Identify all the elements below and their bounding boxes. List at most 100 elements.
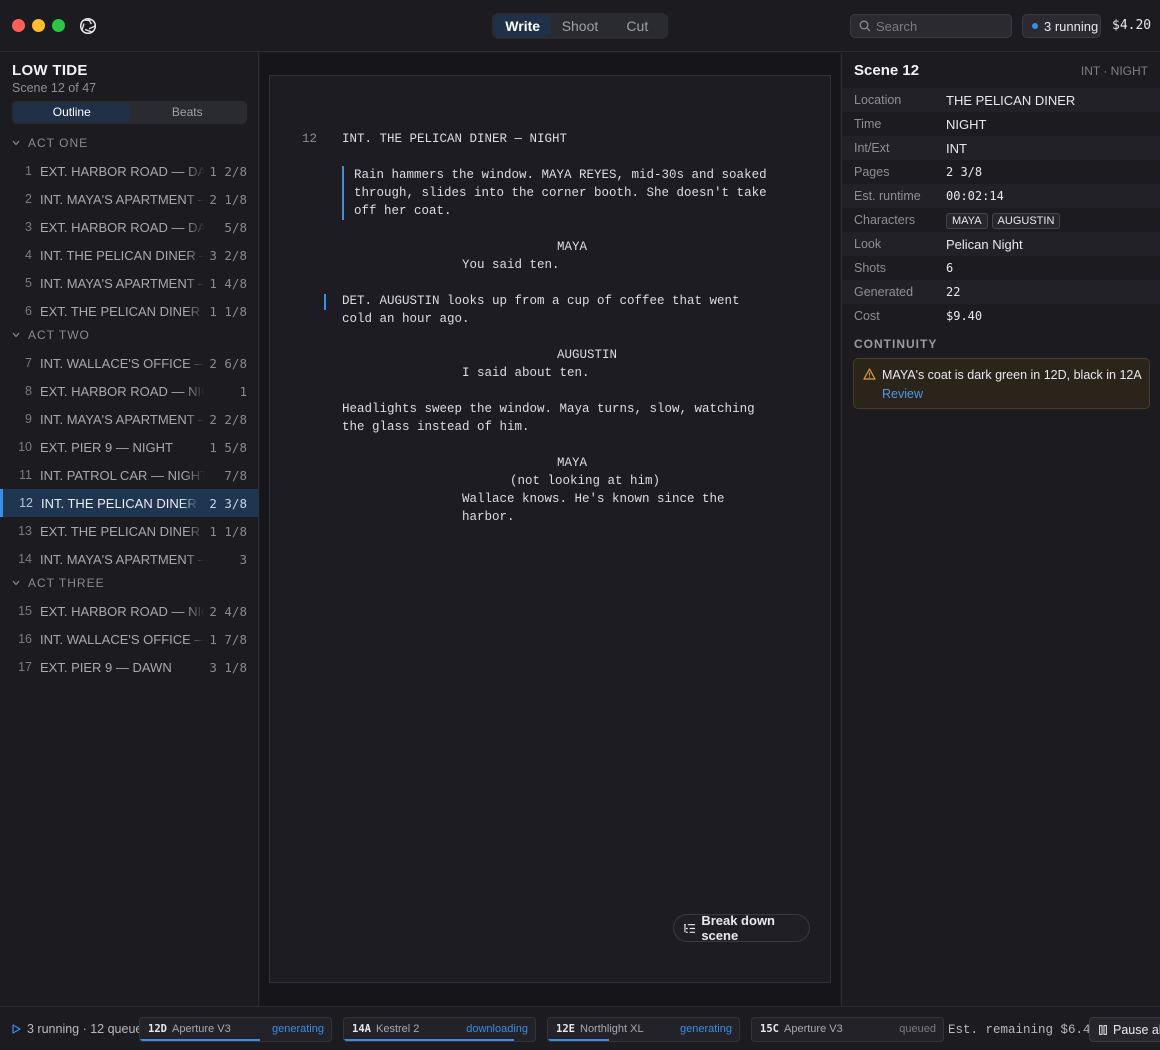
character-cue: MAYA	[557, 456, 588, 470]
action-line: Headlights sweep the window. Maya turns,…	[342, 402, 755, 416]
zoom-window-button[interactable]	[52, 19, 65, 32]
act-label: ACT ONE	[28, 136, 89, 150]
break-down-scene-button[interactable]: Break down scene	[673, 913, 810, 943]
job-model: Aperture V3	[784, 1023, 843, 1035]
continuity-heading: CONTINUITY	[854, 337, 938, 351]
scene-item[interactable]: 17 EXT. PIER 9 — DAWN 3 1/8	[0, 653, 259, 681]
scene-name: INT. THE PELICAN DINER — DAY	[40, 247, 205, 263]
scene-name: EXT. HARBOR ROAD — DAWN	[40, 163, 205, 179]
property-row: Cost $9.40	[842, 304, 1160, 328]
scene-item[interactable]: 16 INT. WALLACE'S OFFICE — NIGHT1 7/8	[0, 625, 259, 653]
scene-pages: 3 2/8	[209, 247, 247, 263]
scene-item[interactable]: 11 INT. PATROL CAR — NIGHT 7/8	[0, 461, 259, 489]
tab-beats[interactable]: Beats	[130, 103, 246, 122]
property-value[interactable]: 6	[946, 261, 953, 275]
action-line: the glass instead of him.	[342, 420, 530, 434]
property-value[interactable]: THE PELICAN DINER	[946, 93, 1075, 108]
property-value[interactable]: 22	[946, 285, 960, 299]
scene-item[interactable]: 1 EXT. HARBOR ROAD — DAWN1 2/8	[0, 157, 259, 185]
close-window-button[interactable]	[12, 19, 25, 32]
act-header[interactable]: ACT THREE	[12, 576, 105, 590]
scene-item[interactable]: 7 INT. WALLACE'S OFFICE — DAY2 6/8	[0, 349, 259, 377]
mode-write-tab[interactable]: Write	[494, 15, 552, 37]
pause-all-button[interactable]: Pause all	[1089, 1017, 1160, 1042]
search-input[interactable]: Search	[850, 14, 1012, 38]
action-line: off her coat.	[354, 204, 452, 218]
render-job[interactable]: 15C Aperture V3 queued	[751, 1017, 944, 1042]
job-status: downloading	[466, 1023, 528, 1035]
property-value[interactable]: $9.40	[946, 309, 982, 323]
scene-pages: 7/8	[224, 467, 247, 483]
character-chip[interactable]: AUGUSTIN	[991, 212, 1061, 229]
property-row: Time NIGHT	[842, 112, 1160, 136]
scene-item[interactable]: 3 EXT. HARBOR ROAD — DAY 5/8	[0, 213, 259, 241]
property-value[interactable]: 2 3/8	[946, 165, 982, 179]
property-key: Shots	[854, 261, 886, 275]
job-progress-bar	[344, 1039, 514, 1041]
property-value[interactable]: 00:02:14	[946, 189, 1004, 203]
scene-pages: 3 1/8	[209, 659, 247, 675]
scene-name: EXT. THE PELICAN DINER — NIGHT	[40, 303, 205, 319]
search-icon	[859, 20, 871, 32]
scene-pages: 1 5/8	[209, 439, 247, 455]
mode-cut-tab[interactable]: Cut	[609, 15, 666, 37]
scene-name: INT. MAYA'S APARTMENT — NIGHT	[40, 551, 205, 567]
render-job[interactable]: 14A Kestrel 2 downloading	[343, 1017, 536, 1042]
property-row: Look Pelican Night	[842, 232, 1160, 256]
scene-item[interactable]: 5 INT. MAYA'S APARTMENT — NIGHT1 4/8	[0, 269, 259, 297]
script-page[interactable]: 12 INT. THE PELICAN DINER — NIGHT Rain h…	[269, 75, 831, 983]
scene-item[interactable]: 13 EXT. THE PELICAN DINER — NIGHT1 1/8	[0, 517, 259, 545]
job-model: Aperture V3	[172, 1023, 231, 1035]
scene-name: INT. MAYA'S APARTMENT — NIGHT	[40, 411, 205, 427]
scene-item-active[interactable]: 12 INT. THE PELICAN DINER — NIGHT 2 3/8	[0, 489, 259, 517]
render-queue-bar: 3 running · 12 queued 12D Aperture V3 gene…	[0, 1006, 1160, 1050]
scene-name: EXT. PIER 9 — NIGHT	[40, 439, 173, 455]
title-bar: Write Shoot Cut Search 3 running $4.20	[0, 0, 1160, 52]
running-jobs-button[interactable]: 3 running	[1022, 14, 1101, 38]
scene-item[interactable]: 9 INT. MAYA'S APARTMENT — NIGHT2 2/8	[0, 405, 259, 433]
job-id: 12D	[148, 1023, 167, 1035]
scene-item[interactable]: 6 EXT. THE PELICAN DINER — NIGHT1 1/8	[0, 297, 259, 325]
act-header[interactable]: ACT ONE	[12, 136, 88, 150]
property-row: Shots 6	[842, 256, 1160, 280]
scene-inspector: Scene 12 INT · NIGHT Location THE PELICAN…	[841, 53, 1160, 1006]
property-value[interactable]: INT	[946, 141, 967, 156]
scene-pages: 2 3/8	[209, 495, 247, 511]
scene-name: INT. WALLACE'S OFFICE — DAY	[40, 355, 205, 371]
mode-shoot-tab[interactable]: Shoot	[551, 15, 608, 37]
tab-outline[interactable]: Outline	[14, 103, 130, 122]
minimize-window-button[interactable]	[32, 19, 45, 32]
chevron-down-icon	[12, 580, 20, 586]
break-down-scene-label: Break down scene	[701, 913, 775, 943]
action-line: DET. AUGUSTIN looks up from a cup of cof…	[342, 294, 740, 308]
review-link[interactable]: Review	[882, 387, 923, 401]
property-value[interactable]: NIGHT	[946, 117, 986, 132]
property-key: Est. runtime	[854, 189, 921, 203]
scene-number: 13	[18, 524, 32, 538]
render-job[interactable]: 12E Northlight XL generating	[547, 1017, 740, 1042]
scene-item[interactable]: 2 INT. MAYA'S APARTMENT — DAY2 1/8	[0, 185, 259, 213]
scene-item[interactable]: 8 EXT. HARBOR ROAD — NIGHT 1	[0, 377, 259, 405]
project-title: LOW TIDE	[12, 62, 88, 79]
act-header[interactable]: ACT TWO	[12, 328, 90, 342]
scene-pages: 1	[239, 383, 247, 399]
dialogue-line: harbor.	[462, 510, 515, 524]
inspector-meta: INT · NIGHT	[1080, 64, 1148, 78]
scene-name: EXT. HARBOR ROAD — NIGHT	[40, 603, 205, 619]
scene-item[interactable]: 14 INT. MAYA'S APARTMENT — NIGHT 3	[0, 545, 259, 573]
scene-item[interactable]: 10 EXT. PIER 9 — NIGHT 1 5/8	[0, 433, 259, 461]
property-key: Look	[854, 237, 882, 251]
scene-number: 6	[25, 304, 32, 318]
scene-pages: 1 1/8	[209, 303, 247, 319]
property-value[interactable]: Pelican Night	[946, 237, 1023, 252]
render-job[interactable]: 12D Aperture V3 generating	[139, 1017, 332, 1042]
scene-name: INT. MAYA'S APARTMENT — NIGHT	[40, 275, 205, 291]
scene-item[interactable]: 15 EXT. HARBOR ROAD — NIGHT2 4/8	[0, 597, 259, 625]
selection-marker	[342, 166, 344, 220]
inspector-title: Scene 12	[854, 62, 920, 79]
scene-name: INT. PATROL CAR — NIGHT	[40, 467, 205, 483]
scene-pages: 2 4/8	[209, 603, 247, 619]
character-chip[interactable]: MAYA	[946, 212, 988, 229]
queue-status-text: 3 running · 12 queued	[27, 1022, 150, 1036]
scene-item[interactable]: 4 INT. THE PELICAN DINER — DAY3 2/8	[0, 241, 259, 269]
